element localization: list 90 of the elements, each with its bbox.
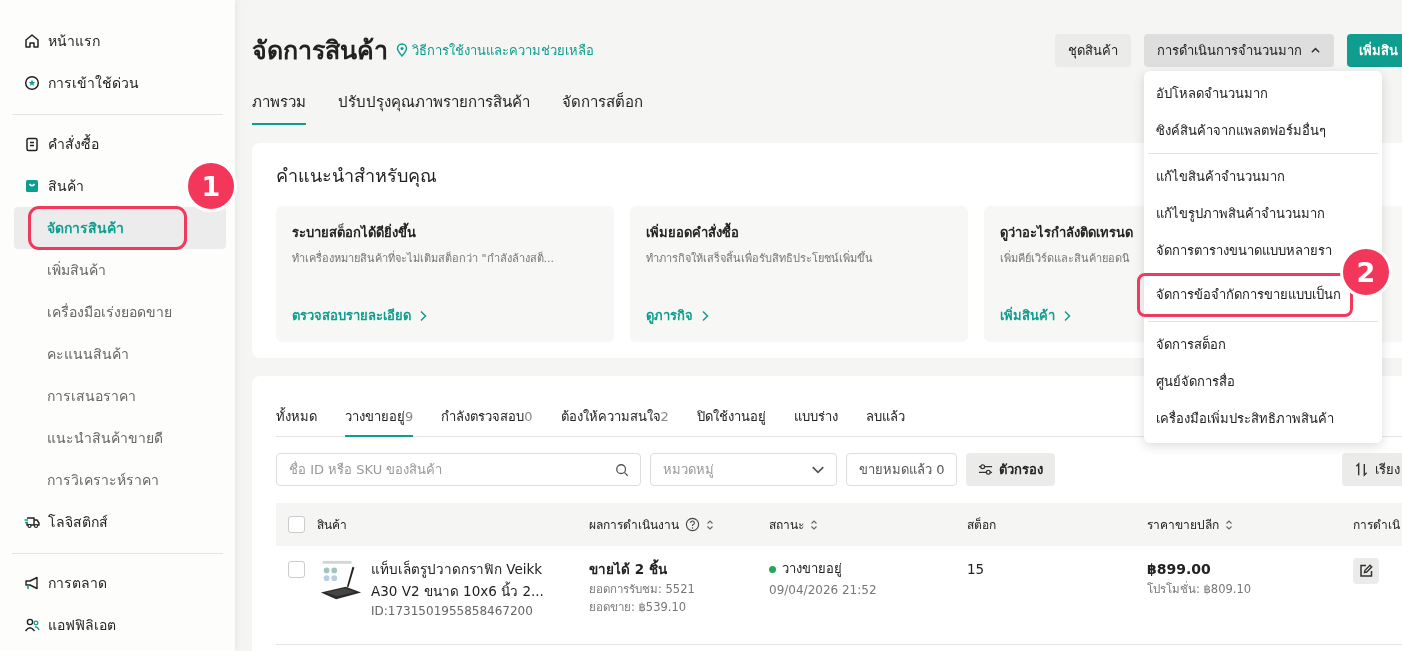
nav-subitem[interactable]: เครื่องมือเร่งยอดขาย <box>14 291 226 333</box>
nav-subitem[interactable]: คะแนนสินค้า <box>14 333 226 375</box>
bulk-actions-button[interactable]: การดำเนินการจำนวนมาก <box>1144 33 1334 67</box>
checkbox[interactable] <box>288 516 305 533</box>
help-icon[interactable] <box>685 517 700 532</box>
status-tab[interactable]: ลบแล้ว <box>865 406 905 437</box>
card-title: ดูว่าอะไรกำลังติดเทรนด <box>1000 224 1134 243</box>
page-title: จัดการสินค้า <box>252 35 388 67</box>
nav-label: คำสั่งซื้อ <box>48 133 99 154</box>
people-icon <box>24 617 40 633</box>
revenue: ยอดขาย: ฿539.10 <box>589 599 688 616</box>
views-count: ยอดการรับชม: 5521 <box>589 581 696 598</box>
status-tab[interactable]: วางขายอยู่9 <box>345 406 414 437</box>
nav-item[interactable]: หน้าแรก <box>12 20 108 62</box>
clipboard-icon <box>24 136 40 152</box>
column-header: สินค้า <box>317 517 347 534</box>
status-tab[interactable]: แบบร่าง <box>793 406 838 437</box>
nav-item[interactable]: คำสั่งซื้อ <box>12 123 107 165</box>
nav-item[interactable]: โลจิสติกส์ <box>12 501 116 543</box>
chevron-right-icon <box>1063 309 1071 322</box>
column-header: ผลการดำเนินงาน <box>589 517 679 534</box>
status-label: วางขายอยู่ <box>782 560 842 579</box>
tab[interactable]: ภาพรวม <box>252 90 306 125</box>
chevron-right-icon <box>701 309 709 322</box>
search-field[interactable]: ชื่อ ID หรือ SKU ของสินค้า <box>276 453 641 486</box>
menu-item[interactable]: ซิงค์สินค้าจากแพลตฟอร์มอื่นๆ <box>1144 111 1338 149</box>
sort-icon[interactable] <box>1225 518 1233 531</box>
menu-item[interactable]: เครื่องมือเพิ่มประสิทธิภาพสินค้า <box>1144 399 1346 437</box>
card-text: เพิ่มคีย์เวิร์ดและสินค้ายอดนิ <box>1000 249 1131 267</box>
product-id: ID:1731501955858467200 <box>371 604 534 618</box>
tab[interactable]: ปรับปรุงคุณภาพรายการสินค้า <box>338 90 530 125</box>
card-title: ระบายสต็อกได้ดียิ่งขึ้น <box>292 222 598 243</box>
updated-time: 09/04/2026 21:52 <box>769 582 878 599</box>
nav-label: สินค้า <box>48 177 84 196</box>
sort-icon <box>1354 462 1369 477</box>
home-icon <box>24 33 40 49</box>
bundle-button[interactable]: ชุดสินค้า <box>1055 33 1131 67</box>
stock-count: 15 <box>967 561 985 577</box>
nav-subitem[interactable]: การวิเคราะห์ราคา <box>14 459 226 501</box>
card-title: เพิ่มยอดคำสั่งซื้อ <box>646 222 952 243</box>
nav-item[interactable]: สินค้า <box>12 165 92 207</box>
product-name[interactable]: แท็บเล็ตรูปวาดกราฟิก Veikk A30 V2 ขนาด 10x6 นิ้ว 2... <box>371 558 556 602</box>
sort-icon[interactable] <box>706 518 714 531</box>
truck-icon <box>24 514 40 530</box>
nav-label: หน้าแรก <box>48 32 100 51</box>
filter-icon <box>978 462 994 477</box>
sort-button[interactable]: เรียง <box>1342 453 1402 486</box>
card-text: ทำเครื่องหมายสินค้าที่จะไม่เติมสต็อกว่า "กำลังล้างสต็... <box>292 249 556 267</box>
status-tab[interactable]: ปิดใช้งานอยู่ <box>696 406 766 437</box>
menu-item[interactable]: แก้ไขรูปภาพสินค้าจำนวนมาก <box>1144 194 1337 232</box>
nav-item[interactable]: แอฟฟิลิเอต <box>12 604 124 646</box>
category-select[interactable]: หมวดหมู่ <box>650 453 837 486</box>
menu-item[interactable]: ศูนย์จัดการสื่อ <box>1144 362 1247 400</box>
chevron-right-icon <box>419 309 427 322</box>
nav-subitem[interactable]: แนะนำสินค้าขายดี <box>14 417 226 459</box>
checkbox[interactable] <box>288 561 305 578</box>
menu-item[interactable]: อัปโหลดจำนวนมาก <box>1144 74 1280 112</box>
column-header: ราคาขายปลีก <box>1147 517 1219 534</box>
nav-subitem[interactable]: การเสนอราคา <box>14 375 226 417</box>
tab[interactable]: จัดการสต็อก <box>562 90 643 125</box>
edit-icon <box>1358 563 1374 579</box>
nav-label: โลจิสติกส์ <box>48 513 108 532</box>
edit-button[interactable] <box>1353 558 1379 584</box>
status-tab[interactable]: กำลังตรวจสอบ0 <box>441 406 533 437</box>
card-text: ทำภารกิจให้เสร็จสิ้นเพื่อรับสิทธิประโยชน์เพิ่มขึ้น <box>646 249 874 267</box>
section-title: คำแนะนำสำหรับคุณ <box>276 164 437 189</box>
promo-price: โปรโมชั่น: ฿809.10 <box>1147 580 1253 598</box>
column-header: สถานะ <box>769 517 804 534</box>
status-tab[interactable]: ทั้งหมด <box>276 406 317 437</box>
filter-button[interactable]: ตัวกรอง <box>966 453 1056 486</box>
bag-icon <box>24 178 40 194</box>
nav-item[interactable]: การตลาด <box>12 562 115 604</box>
price: ฿899.00 <box>1147 560 1212 579</box>
column-header: การดำเนิ <box>1353 517 1400 534</box>
menu-item[interactable]: แก้ไขสินค้าจำนวนมาก <box>1144 157 1297 195</box>
nav-label: การตลาด <box>48 574 107 593</box>
megaphone-icon <box>24 575 40 591</box>
sort-icon[interactable] <box>810 518 818 531</box>
status-tab[interactable]: ต้องให้ความสนใจ2 <box>560 406 669 437</box>
sales-count: ขายได้ 2 ชิ้น <box>589 558 668 579</box>
nav-item[interactable]: การเข้าใช้ด่วน <box>12 62 147 104</box>
nav-label: การเข้าใช้ด่วน <box>48 74 139 93</box>
location-pin-icon <box>396 43 408 57</box>
nav-subitem[interactable]: เพิ่มสินค้า <box>14 249 226 291</box>
search-icon <box>615 463 629 477</box>
nav-label: แอฟฟิลิเอต <box>48 616 116 635</box>
column-header: สต็อก <box>967 516 996 534</box>
caret-icon <box>1310 46 1321 54</box>
menu-item[interactable]: จัดการสต็อก <box>1144 325 1238 363</box>
sold-out-button[interactable]: ขายหมดแล้ว 0 <box>846 453 958 486</box>
